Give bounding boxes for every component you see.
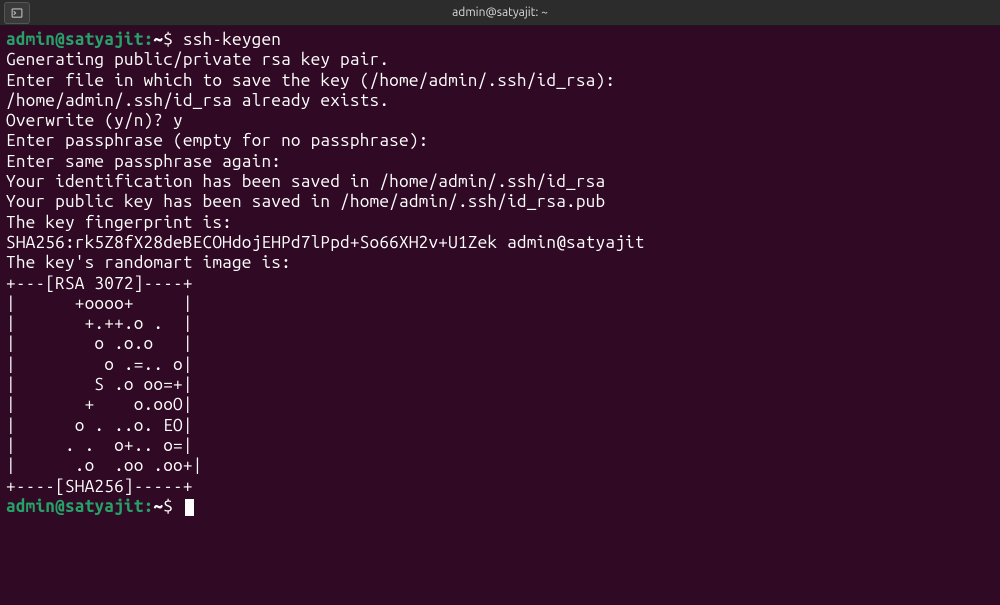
randomart-line: | +oooo+ | [6, 294, 994, 314]
output-line: Generating public/private rsa key pair. [6, 50, 994, 70]
randomart-line: | o . ..o. EO| [6, 416, 994, 436]
output-line: Enter passphrase (empty for no passphras… [6, 131, 994, 151]
command-text: ssh-keygen [183, 30, 281, 49]
output-line: The key's randomart image is: [6, 253, 994, 273]
output-line: Your identification has been saved in /h… [6, 172, 994, 192]
window-title: admin@satyajit: ~ [0, 6, 1000, 19]
output-line: /home/admin/.ssh/id_rsa already exists. [6, 91, 994, 111]
window-titlebar: admin@satyajit: ~ [0, 0, 1000, 26]
randomart-line: | .o .oo .oo+| [6, 456, 994, 476]
randomart-line: | + o.ooO| [6, 395, 994, 415]
terminal-body[interactable]: admin@satyajit:~$ ssh-keygenGenerating p… [0, 26, 1000, 523]
cursor [185, 499, 194, 516]
prompt-path: ~ [153, 30, 163, 49]
output-line: Enter file in which to save the key (/ho… [6, 71, 994, 91]
randomart-line: | o .=.. o| [6, 355, 994, 375]
new-tab-button[interactable] [4, 2, 30, 24]
prompt-line-2: admin@satyajit:~$ [6, 497, 994, 517]
randomart-line: | +.++.o . | [6, 314, 994, 334]
output-line: SHA256:rk5Z8fX28deBECOHdojEHPd7lPpd+So66… [6, 233, 994, 253]
output-line: Overwrite (y/n)? y [6, 111, 994, 131]
prompt-dollar: $ [163, 497, 173, 516]
randomart-line: +----[SHA256]-----+ [6, 477, 994, 497]
prompt-dollar: $ [163, 30, 173, 49]
randomart-line: | o .o.o | [6, 334, 994, 354]
randomart-line: +---[RSA 3072]----+ [6, 274, 994, 294]
output-line: Enter same passphrase again: [6, 152, 994, 172]
prompt-separator: : [144, 497, 154, 516]
prompt-path: ~ [153, 497, 163, 516]
prompt-separator: : [144, 30, 154, 49]
randomart-line: | S .o oo=+| [6, 375, 994, 395]
randomart-line: | . . o+.. o=| [6, 436, 994, 456]
prompt-line-1: admin@satyajit:~$ ssh-keygen [6, 30, 994, 50]
prompt-user-host: admin@satyajit [6, 30, 144, 49]
terminal-icon [11, 7, 23, 19]
prompt-user-host: admin@satyajit [6, 497, 144, 516]
output-line: Your public key has been saved in /home/… [6, 192, 994, 212]
output-line: The key fingerprint is: [6, 213, 994, 233]
